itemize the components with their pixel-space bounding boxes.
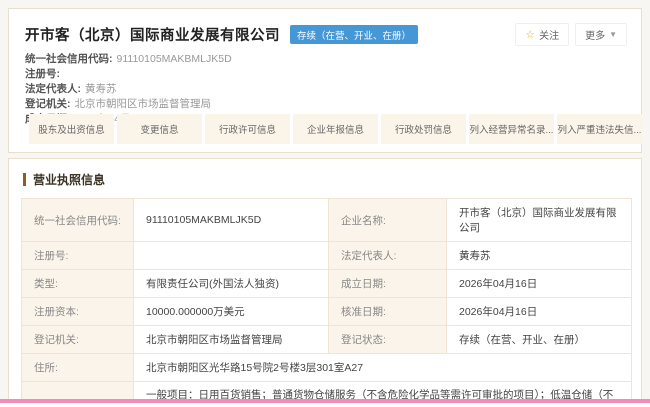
info-label: 登记机关:: [25, 98, 71, 110]
page-title: 开市客（北京）国际商业发展有限公司: [25, 24, 280, 45]
cell-label: 企业名称:: [329, 199, 447, 242]
cell-value: 2026年04月16日: [447, 298, 632, 326]
cell-value: 黄寿苏: [447, 242, 632, 270]
table-row: 登记机关: 北京市朝阳区市场监督管理局 登记状态: 存续（在营、开业、在册）: [22, 326, 632, 354]
section-bar: [23, 173, 26, 186]
cell-label: 注册资本:: [22, 298, 134, 326]
info-value: 91110105MAKBMLJK5D: [117, 53, 232, 65]
status-badge: 存续（在营、开业、在册）: [290, 25, 418, 44]
cell-label: 统一社会信用代码:: [22, 199, 134, 242]
tab-admin-license[interactable]: 行政许可信息: [205, 114, 290, 144]
highlight-bar: [0, 399, 650, 403]
cell-label: 类型:: [22, 270, 134, 298]
table-row: 注册号: 法定代表人: 黄寿苏: [22, 242, 632, 270]
cell-label: 住所:: [22, 354, 134, 382]
title-row: 开市客（北京）国际商业发展有限公司 存续（在营、开业、在册） ☆ 关注 更多 ▼: [9, 9, 641, 46]
cell-label: 成立日期:: [329, 270, 447, 298]
cell-value: 开市客（北京）国际商业发展有限公司: [447, 199, 632, 242]
tab-annual-report[interactable]: 企业年报信息: [293, 114, 378, 144]
table-row-address: 住所: 北京市朝阳区光华路15号院2号楼3层301室A27: [22, 354, 632, 382]
tab-abnormal-list[interactable]: 列入经营异常名录...: [469, 114, 554, 144]
cell-value: 2026年04月16日: [447, 270, 632, 298]
follow-button[interactable]: ☆ 关注: [515, 23, 569, 46]
section-title: 营业执照信息: [33, 171, 105, 188]
tab-shareholders[interactable]: 股东及出资信息: [29, 114, 114, 144]
info-tabs: 股东及出资信息 变更信息 行政许可信息 企业年报信息 行政处罚信息 列入经营异常…: [29, 114, 642, 144]
more-button[interactable]: 更多 ▼: [575, 23, 627, 46]
cell-label: 注册号:: [22, 242, 134, 270]
license-table: 统一社会信用代码: 91110105MAKBMLJK5D 企业名称: 开市客（北…: [21, 198, 632, 407]
cell-value: 91110105MAKBMLJK5D: [134, 199, 329, 242]
info-value: 黄寿苏: [85, 83, 117, 95]
table-row: 统一社会信用代码: 91110105MAKBMLJK5D 企业名称: 开市客（北…: [22, 199, 632, 242]
info-label: 统一社会信用代码:: [25, 53, 113, 65]
info-reg-number: 注册号:: [25, 67, 625, 82]
tab-changes[interactable]: 变更信息: [117, 114, 202, 144]
cell-value: 北京市朝阳区光华路15号院2号楼3层301室A27: [134, 354, 632, 382]
info-label: 注册号:: [25, 68, 60, 80]
info-legal-rep: 法定代表人: 黄寿苏: [25, 82, 625, 97]
cell-value: 有限责任公司(外国法人独资): [134, 270, 329, 298]
tab-illegal-list[interactable]: 列入严重违法失信...: [557, 114, 642, 144]
table-row: 类型: 有限责任公司(外国法人独资) 成立日期: 2026年04月16日: [22, 270, 632, 298]
header-actions: ☆ 关注 更多 ▼: [515, 23, 627, 46]
info-label: 法定代表人:: [25, 83, 81, 95]
bottom-strip: [0, 403, 650, 407]
star-icon: ☆: [525, 28, 535, 41]
company-header-card: 开市客（北京）国际商业发展有限公司 存续（在营、开业、在册） ☆ 关注 更多 ▼…: [8, 8, 642, 153]
cell-value: 10000.000000万美元: [134, 298, 329, 326]
cell-label: 核准日期:: [329, 298, 447, 326]
tab-admin-penalty[interactable]: 行政处罚信息: [381, 114, 466, 144]
more-label: 更多: [585, 27, 605, 42]
follow-label: 关注: [539, 27, 559, 42]
cell-value: 北京市朝阳区市场监督管理局: [134, 326, 329, 354]
table-row: 注册资本: 10000.000000万美元 核准日期: 2026年04月16日: [22, 298, 632, 326]
cell-value: 存续（在营、开业、在册）: [447, 326, 632, 354]
cell-value: [134, 242, 329, 270]
cell-label: 法定代表人:: [329, 242, 447, 270]
cell-label: 登记机关:: [22, 326, 134, 354]
info-credit-code: 统一社会信用代码: 91110105MAKBMLJK5D: [25, 52, 625, 67]
cell-label: 登记状态:: [329, 326, 447, 354]
info-reg-authority: 登记机关: 北京市朝阳区市场监督管理局: [25, 97, 625, 112]
section-header: 营业执照信息: [23, 171, 641, 188]
chevron-down-icon: ▼: [609, 30, 617, 39]
business-license-card: 营业执照信息 统一社会信用代码: 91110105MAKBMLJK5D 企业名称…: [8, 158, 642, 407]
info-value: 北京市朝阳区市场监督管理局: [75, 98, 212, 110]
